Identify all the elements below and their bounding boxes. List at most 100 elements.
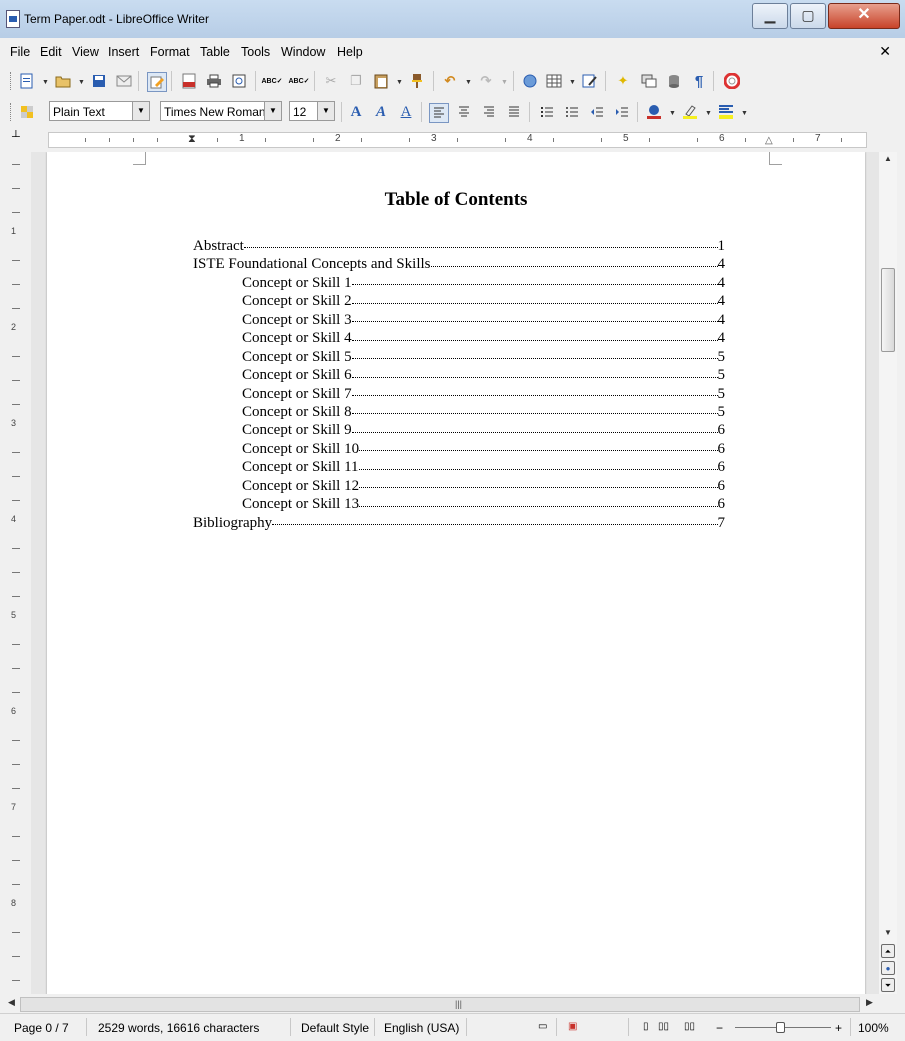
data-sources-icon[interactable] [665,72,683,90]
print-icon[interactable] [205,72,223,90]
help-icon[interactable] [723,72,741,90]
next-page-icon[interactable]: ⏷ [881,978,895,992]
toc-entry[interactable]: Concept or Skill 1 4 [193,274,725,292]
toc-entry[interactable]: Concept or Skill 10 6 [193,440,725,458]
menu-file[interactable]: File [10,45,30,59]
chevron-down-icon[interactable]: ▼ [132,102,149,120]
toc-entry[interactable]: Concept or Skill 9 6 [193,421,725,439]
close-button[interactable]: ✕ [828,3,900,29]
toc-entry[interactable]: ISTE Foundational Concepts and Skills 4 [193,255,725,273]
italic-icon[interactable]: A [372,103,390,121]
menu-insert[interactable]: Insert [108,45,139,59]
bullets-icon[interactable] [563,103,581,121]
toc-entry[interactable]: Concept or Skill 3 4 [193,311,725,329]
decrease-indent-icon[interactable] [588,103,606,121]
align-center-icon[interactable] [455,103,473,121]
edit-mode-icon[interactable] [147,72,167,92]
font-color-icon[interactable] [645,103,663,121]
menu-table[interactable]: Table [200,45,230,59]
chevron-down-icon[interactable]: ▼ [317,102,334,120]
menu-help[interactable]: Help [337,45,363,59]
toc-entry[interactable]: Concept or Skill 13 6 [193,495,725,513]
scrollbar-thumb[interactable] [881,268,895,352]
underline-icon[interactable]: A [397,103,415,121]
document-page[interactable]: Table of Contents Abstract 1 ISTE Foundati… [47,152,865,994]
scroll-left-icon[interactable]: ◀ [8,997,15,1008]
increase-indent-icon[interactable] [613,103,631,121]
word-count[interactable]: 2529 words, 16616 characters [98,1021,259,1035]
menu-view[interactable]: View [72,45,99,59]
toc-entry[interactable]: Concept or Skill 2 4 [193,292,725,310]
scroll-right-icon[interactable]: ▶ [866,997,873,1008]
align-left-icon[interactable] [429,103,449,123]
font-size-select[interactable]: 12 ▼ [289,101,335,121]
spellcheck-icon[interactable]: ABC✓ [261,72,282,90]
autospellcheck-icon[interactable]: ABC✓ [288,72,309,90]
paste-icon[interactable] [372,72,390,90]
copy-icon[interactable]: ❐ [347,72,365,90]
undo-dropdown-icon[interactable]: ▼ [465,79,472,86]
scrollbar-track[interactable]: ||| [20,997,860,1012]
align-right-icon[interactable] [480,103,498,121]
menu-window[interactable]: Window [281,45,325,59]
menu-edit[interactable]: Edit [40,45,62,59]
right-indent-marker-icon[interactable]: △ [765,135,773,146]
scroll-up-icon[interactable]: ▲ [879,152,897,166]
bold-icon[interactable]: A [347,103,365,121]
navigator-icon[interactable]: ✦ [614,72,632,90]
hyperlink-icon[interactable] [521,72,539,90]
redo-dropdown-icon[interactable]: ▼ [501,79,508,86]
toc-entry[interactable]: Concept or Skill 5 5 [193,348,725,366]
document-canvas[interactable]: Table of Contents Abstract 1 ISTE Foundati… [31,152,879,994]
paragraph-style-select[interactable]: Plain Text ▼ [49,101,150,121]
toc-entry[interactable]: Concept or Skill 12 6 [193,477,725,495]
email-icon[interactable] [115,72,133,90]
cut-icon[interactable]: ✂ [322,72,340,90]
insert-mode-icon[interactable]: ▭ [538,1021,547,1032]
table-of-contents[interactable]: Abstract 1 ISTE Foundational Concepts and … [193,237,725,532]
font-name-select[interactable]: Times New Roman ▼ [160,101,282,121]
zoom-level[interactable]: 100% [858,1021,889,1035]
gallery-icon[interactable] [640,72,658,90]
numbering-icon[interactable] [538,103,556,121]
zoom-slider-handle[interactable] [776,1022,785,1033]
print-preview-icon[interactable] [230,72,248,90]
first-indent-marker-icon[interactable]: ⧗ [188,133,196,146]
page-indicator[interactable]: Page 0 / 7 [14,1021,69,1035]
toolbar-grip[interactable] [10,72,14,90]
minimize-button[interactable]: ▁ [752,3,788,29]
close-document-button[interactable]: ✕ [879,43,891,60]
font-color-dropdown-icon[interactable]: ▼ [669,110,676,117]
undo-icon[interactable]: ↶ [441,72,459,90]
insert-table-icon[interactable] [545,72,563,90]
clone-formatting-icon[interactable] [408,72,426,90]
zoom-in-icon[interactable]: + [835,1021,842,1035]
chevron-down-icon[interactable]: ▼ [264,102,281,120]
page-style[interactable]: Default Style [301,1021,369,1035]
redo-icon[interactable]: ↷ [477,72,495,90]
highlighting-dropdown-icon[interactable]: ▼ [705,110,712,117]
toc-entry[interactable]: Concept or Skill 8 5 [193,403,725,421]
maximize-button[interactable]: ▢ [790,3,826,29]
paste-dropdown-icon[interactable]: ▼ [396,79,403,86]
toc-entry[interactable]: Bibliography 7 [193,514,725,532]
styles-formatting-icon[interactable] [18,103,36,121]
formatting-marks-icon[interactable]: ¶ [690,72,708,90]
background-color-icon[interactable] [717,103,735,121]
export-pdf-icon[interactable] [180,72,198,90]
menu-tools[interactable]: Tools [241,45,270,59]
toc-entry[interactable]: Concept or Skill 7 5 [193,385,725,403]
previous-page-icon[interactable]: ⏶ [881,944,895,958]
zoom-out-icon[interactable]: − [716,1021,723,1035]
background-color-dropdown-icon[interactable]: ▼ [741,110,748,117]
toc-entry[interactable]: Concept or Skill 4 4 [193,329,725,347]
highlighting-icon[interactable] [681,103,699,121]
multi-page-view-icon[interactable]: ▯▯ [658,1021,669,1032]
toc-entry[interactable]: Concept or Skill 11 6 [193,458,725,476]
tab-stop-selector-icon[interactable]: ┴ [12,131,20,143]
language[interactable]: English (USA) [384,1021,459,1035]
save-icon[interactable] [90,72,108,90]
open-dropdown-icon[interactable]: ▼ [78,79,85,86]
horizontal-scrollbar[interactable]: ◀ ||| ▶ [0,995,905,1013]
new-dropdown-icon[interactable]: ▼ [42,79,49,86]
